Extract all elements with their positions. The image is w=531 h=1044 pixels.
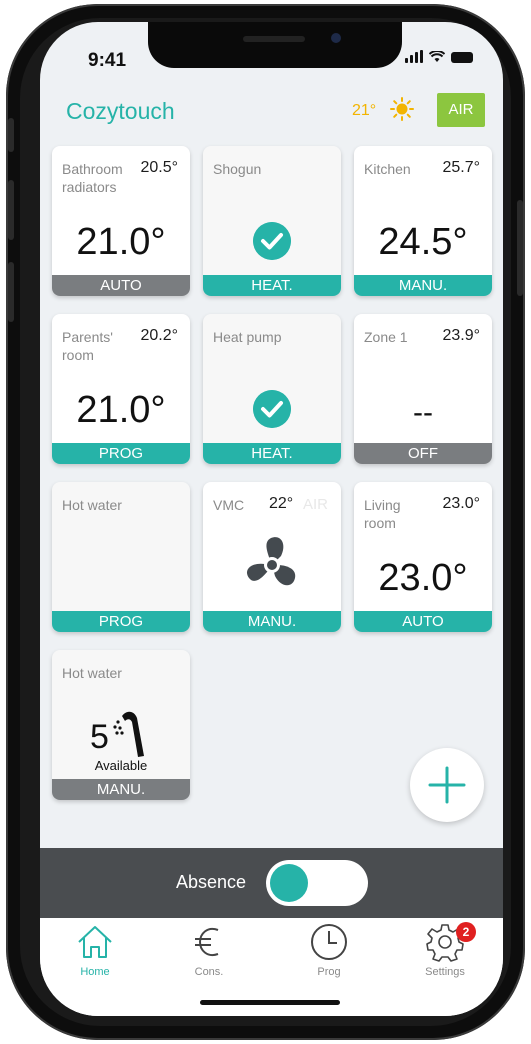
tile-heat-pump[interactable]: Heat pump HEAT. xyxy=(203,314,341,464)
tab-prog[interactable]: Prog xyxy=(284,922,374,978)
current-temperature: 23.9° xyxy=(442,327,480,344)
mode-label: AUTO xyxy=(52,275,190,296)
tile-vmc[interactable]: VMC 22° AIR MANU. xyxy=(203,482,341,632)
app-header: Cozytouch 21° AIR xyxy=(40,82,503,138)
tile-hot-water-2[interactable]: Hot water 5 Available MANU. xyxy=(52,650,190,800)
euro-icon xyxy=(195,928,219,956)
app-title: Cozytouch xyxy=(66,98,175,124)
outdoor-temperature: 21° xyxy=(352,102,377,119)
mode-label: HEAT. xyxy=(203,443,341,464)
signal-icon xyxy=(405,50,423,63)
absence-bar: Absence xyxy=(40,848,503,918)
tab-label: Settings xyxy=(425,966,465,978)
volume-up-button xyxy=(8,180,14,240)
toggle-knob xyxy=(270,864,308,902)
tab-bar: Home Cons. Prog 2 Settings xyxy=(40,918,503,1016)
home-indicator xyxy=(200,1000,340,1005)
front-camera xyxy=(331,33,341,43)
tile-name: Hot water xyxy=(62,665,122,681)
fan-icon xyxy=(246,537,296,586)
current-temperature: 25.7° xyxy=(442,159,480,176)
mode-label: MANU. xyxy=(354,275,492,296)
plus-icon xyxy=(428,766,466,804)
target-temperature: 23.0° xyxy=(378,557,468,599)
current-temperature: 20.5° xyxy=(140,159,178,176)
absence-label: Absence xyxy=(176,872,247,892)
tile-living-room[interactable]: Living room 23.0° 23.0° AUTO xyxy=(354,482,492,632)
shower-icon xyxy=(113,711,144,757)
current-temperature: 23.0° xyxy=(442,495,480,512)
available-label: Available xyxy=(94,758,148,773)
target-temperature: -- xyxy=(413,396,433,429)
notch xyxy=(148,22,402,68)
absence-toggle[interactable] xyxy=(266,860,368,906)
notification-badge: 2 xyxy=(456,922,476,942)
tab-label: Cons. xyxy=(194,966,224,978)
target-temperature: 21.0° xyxy=(76,389,166,431)
tile-hot-water-1[interactable]: Hot water PROG xyxy=(52,482,190,632)
status-time: 9:41 xyxy=(88,50,127,71)
tile-name: Living room xyxy=(364,497,401,531)
check-icon xyxy=(253,390,291,428)
mode-label: HEAT. xyxy=(203,275,341,296)
air-label-faint: AIR xyxy=(303,496,329,513)
current-temperature: 22° xyxy=(269,495,294,512)
battery-icon xyxy=(451,52,473,63)
tile-zone-1[interactable]: Zone 1 23.9° -- OFF xyxy=(354,314,492,464)
tile-name: Hot water xyxy=(62,497,122,513)
tile-kitchen[interactable]: Kitchen 25.7° 24.5° MANU. xyxy=(354,146,492,296)
air-quality-button[interactable]: AIR xyxy=(437,93,485,127)
app-screen: 9:41 Cozytouch 21° AIR Bathroom radiator… xyxy=(40,22,503,1016)
tile-parents-room[interactable]: Parents' room 20.2° 21.0° PROG xyxy=(52,314,190,464)
tile-name: Shogun xyxy=(213,161,262,177)
mode-label: AUTO xyxy=(354,611,492,632)
speaker-grille xyxy=(243,36,305,42)
add-device-button[interactable] xyxy=(410,748,484,822)
tile-name: Bathroom radiators xyxy=(62,161,123,195)
available-count: 5 xyxy=(90,718,109,756)
tile-bathroom-radiators[interactable]: Bathroom radiators 20.5° 21.0° AUTO xyxy=(52,146,190,296)
mode-label: PROG xyxy=(52,611,190,632)
power-button xyxy=(517,200,523,296)
check-icon xyxy=(253,222,291,260)
status-icons xyxy=(405,50,473,63)
home-icon xyxy=(78,926,112,958)
clock-icon xyxy=(311,924,347,960)
tile-name: Heat pump xyxy=(213,329,282,345)
wifi-icon xyxy=(429,51,445,62)
sun-icon xyxy=(390,97,414,121)
tab-label: Prog xyxy=(317,966,341,978)
tab-consumption[interactable]: Cons. xyxy=(164,922,254,978)
tile-shogun[interactable]: Shogun HEAT. xyxy=(203,146,341,296)
tab-home[interactable]: Home xyxy=(50,922,140,978)
mode-label: MANU. xyxy=(52,779,190,800)
target-temperature: 24.5° xyxy=(378,221,468,263)
target-temperature: 21.0° xyxy=(76,221,166,263)
tile-name: Zone 1 xyxy=(364,329,408,345)
mode-label: MANU. xyxy=(203,611,341,632)
tile-name: Kitchen xyxy=(364,161,411,177)
tab-label: Home xyxy=(80,966,110,978)
mode-label: PROG xyxy=(52,443,190,464)
volume-down-button xyxy=(8,262,14,322)
silent-switch xyxy=(8,118,14,152)
mode-label: OFF xyxy=(354,443,492,464)
current-temperature: 20.2° xyxy=(140,327,178,344)
tab-settings[interactable]: 2 Settings xyxy=(400,922,490,978)
tile-name: Parents' room xyxy=(62,329,113,363)
